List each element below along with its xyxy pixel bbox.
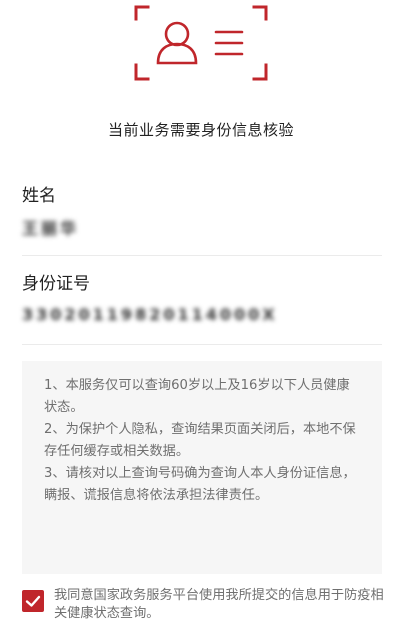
notice-item: 3、请核对以上查询号码确为查询人本人身份证信息，瞒报、谎报信息将依法承担法律责任… — [44, 466, 356, 503]
name-label: 姓名 — [22, 186, 56, 206]
notice-box: 1、本服务仅可以查询60岁以上及16岁以下人员健康状态。 2、为保护个人隐私，查… — [22, 361, 382, 574]
notice-item: 1、本服务仅可以查询60岁以上及16岁以下人员健康状态。 — [44, 378, 350, 415]
id-number-value: 33020119820114000X — [22, 305, 278, 324]
divider — [22, 255, 382, 256]
page-title: 当前业务需要身份信息核验 — [107, 121, 294, 139]
id-number-label: 身份证号 — [22, 274, 90, 294]
id-card-verify-icon — [134, 3, 268, 83]
agreement-text[interactable]: 我同意国家政务服务平台使用我所提交的信息用于防疫相关健康状态查询。 — [54, 587, 386, 623]
checkmark-icon — [25, 595, 41, 607]
notice-item: 2、为保护个人隐私，查询结果页面关闭后，本地不保存任何缓存或相关数据。 — [44, 422, 356, 459]
name-value: 王丽华 — [22, 219, 80, 238]
divider — [22, 344, 382, 345]
agree-checkbox[interactable] — [22, 590, 44, 612]
